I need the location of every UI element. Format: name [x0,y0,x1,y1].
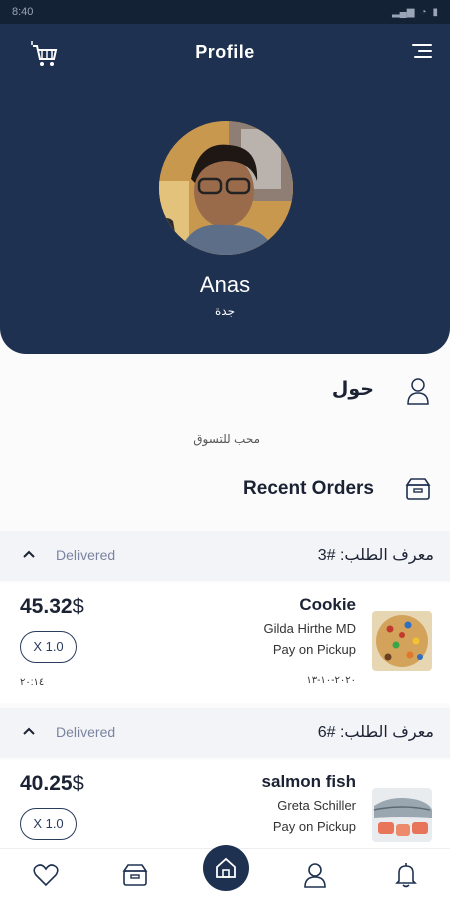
profile-name: Anas [199,272,251,297]
order-time: ٢٠:١٤ [20,677,45,688]
recent-orders-title: Recent Orders [243,478,374,499]
order-header[interactable]: Delivered معرف الطلب: #6 [0,708,450,758]
wifi-icon: ◔ [420,6,427,18]
order-date: ٢٠٢٠-١٠-١٣ [306,675,356,686]
bottom-nav [0,845,450,900]
heart-icon[interactable] [32,861,60,889]
product-name: Cookie [299,595,356,614]
product-image [372,788,432,842]
seller-name: Greta Schiller [277,798,356,813]
order-status: Delivered [56,547,116,563]
user-icon [407,378,429,405]
page-title: Profile [195,42,255,62]
status-time: 8:40 [12,6,34,18]
box-icon [405,478,431,500]
menu-button[interactable] [412,44,432,62]
quantity-badge: X 1.0 [20,808,77,840]
signal-icon: ▂▄▆ [391,6,415,18]
payment-method: Pay on Pickup [272,819,356,834]
home-icon [216,857,236,878]
battery-icon: ▮ [432,6,438,18]
menu-icon [412,44,432,46]
bell-icon[interactable] [392,861,420,889]
product-image [372,611,432,671]
status-icons: ▂▄▆ ◔ ▮ [392,7,438,18]
box-icon[interactable] [121,861,149,889]
order-id: معرف الطلب: #6 [317,724,434,741]
order-price: 45.32$ [20,595,84,618]
product-name: salmon fish [261,772,356,791]
quantity-badge: X 1.0 [20,631,77,663]
about-text: محب للتسوق [193,432,260,446]
avatar-photo [159,121,293,255]
home-button[interactable] [203,845,249,891]
about-label: حول [331,379,374,400]
order-status: Delivered [56,724,116,740]
about-section: حول [0,372,450,412]
avatar[interactable] [159,121,293,255]
seller-name: Gilda Hirthe MD [263,621,356,636]
status-bar: 8:40 ▂▄▆ ◔ ▮ [0,0,450,24]
chevron-up-icon[interactable] [22,547,36,561]
order-price: 40.25$ [20,772,84,795]
payment-method: Pay on Pickup [272,642,356,657]
order-card[interactable]: 40.25$ X 1.0 salmon fish Greta Schiller … [0,760,450,848]
salmon-image [372,788,432,842]
user-icon[interactable] [301,861,329,889]
profile-header: Profile Anas جدة [0,24,450,354]
chevron-up-icon[interactable] [22,724,36,738]
cookie-image [372,611,432,671]
profile-city: جدة [214,304,235,318]
order-card[interactable]: 45.32$ X 1.0 ٢٠:١٤ Cookie Gilda Hirthe M… [0,583,450,703]
order-header[interactable]: Delivered معرف الطلب: #3 [0,531,450,581]
order-id: معرف الطلب: #3 [317,547,434,564]
